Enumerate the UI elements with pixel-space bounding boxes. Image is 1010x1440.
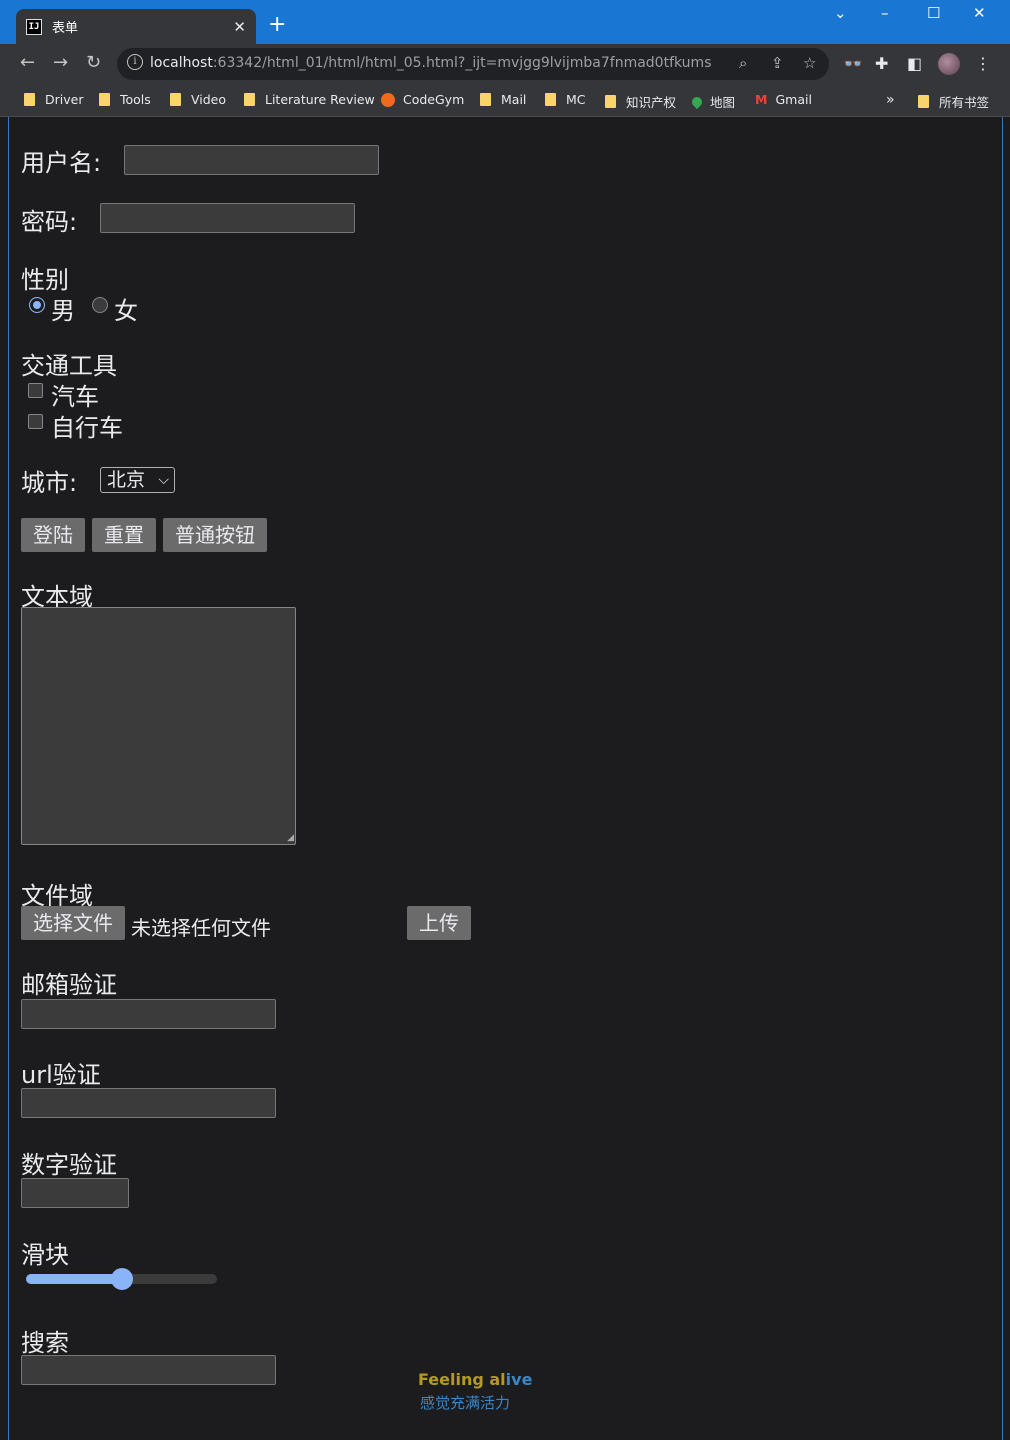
- bookmark-all[interactable]: 所有书签: [918, 92, 989, 111]
- minimize-icon[interactable]: –: [881, 4, 889, 22]
- new-tab-icon[interactable]: +: [268, 12, 286, 38]
- folder-icon: [480, 93, 491, 106]
- close-window-icon[interactable]: ✕: [973, 4, 986, 22]
- more-bookmarks-icon[interactable]: »: [886, 92, 895, 108]
- upload-button[interactable]: 上传: [407, 906, 471, 940]
- resize-handle-icon[interactable]: ◢: [287, 834, 294, 843]
- slider-fill: [26, 1274, 122, 1284]
- file-status-text: 未选择任何文件: [131, 916, 271, 940]
- back-icon[interactable]: ←: [20, 53, 35, 73]
- gender-female-radio[interactable]: [92, 297, 108, 313]
- browser-titlebar: IJ 表单 ✕ + ⌄ – ☐ ✕: [0, 0, 1010, 44]
- browser-tab[interactable]: IJ 表单 ✕: [16, 9, 256, 44]
- bookmark-mail[interactable]: Mail: [480, 92, 526, 107]
- gender-label: 性别: [21, 266, 69, 294]
- close-tab-icon[interactable]: ✕: [233, 18, 246, 36]
- bookmark-codegym[interactable]: CodeGym: [381, 92, 464, 107]
- forward-icon[interactable]: →: [53, 53, 68, 73]
- bookmark-maps[interactable]: 地图: [689, 92, 735, 111]
- slider-thumb[interactable]: [110, 1268, 133, 1290]
- url-input[interactable]: [21, 1088, 276, 1118]
- vehicle-car-checkbox[interactable]: [28, 383, 43, 398]
- gender-male-radio[interactable]: [29, 297, 45, 313]
- search-label: 搜索: [21, 1329, 69, 1357]
- email-label: 邮箱验证: [21, 971, 117, 999]
- chevron-down-icon: ⌵: [158, 472, 169, 488]
- folder-icon: [244, 93, 255, 106]
- side-panel-icon[interactable]: ◧: [907, 54, 922, 74]
- login-button[interactable]: 登陆: [21, 518, 85, 552]
- extensions-icon[interactable]: ✚: [875, 54, 888, 74]
- choose-file-button[interactable]: 选择文件: [21, 906, 125, 940]
- site-info-icon[interactable]: i: [127, 54, 143, 70]
- folder-icon: [918, 95, 929, 108]
- vehicle-label: 交通工具: [21, 352, 117, 380]
- codegym-icon: [381, 92, 395, 107]
- folder-icon: [170, 93, 181, 106]
- reload-icon[interactable]: ↻: [86, 53, 101, 73]
- number-input[interactable]: [21, 1178, 129, 1208]
- bookmark-video[interactable]: Video: [170, 92, 226, 107]
- username-input[interactable]: [124, 145, 379, 175]
- feeling-alive-subtitle: 感觉充满活力: [420, 1394, 511, 1412]
- gender-male-label: 男: [51, 297, 75, 325]
- map-pin-icon: [689, 94, 705, 109]
- bookmark-mc[interactable]: MC: [545, 92, 586, 107]
- folder-icon: [605, 95, 616, 108]
- slider-label: 滑块: [21, 1241, 69, 1269]
- star-icon[interactable]: ☆: [803, 54, 816, 72]
- city-selected-value: 北京: [107, 469, 146, 491]
- password-input[interactable]: [100, 203, 355, 233]
- intellij-icon: IJ: [26, 18, 42, 35]
- bookmark-literature-review[interactable]: Literature Review: [244, 92, 375, 107]
- city-select[interactable]: 北京 ⌵: [100, 467, 175, 493]
- maximize-icon[interactable]: ☐: [927, 4, 940, 22]
- tab-search-icon[interactable]: ⌄: [834, 4, 847, 22]
- page-content: 用户名: 密码: 性别 男 女 交通工具 汽车 自行车 城市: 北京 ⌵ 登陆 …: [8, 117, 1003, 1440]
- tab-title: 表单: [52, 21, 79, 36]
- gender-female-label: 女: [114, 297, 138, 325]
- browser-toolbar: ← → ↻ i localhost:63342/html_01/html/htm…: [0, 44, 1010, 84]
- username-label: 用户名:: [21, 149, 102, 177]
- search-input[interactable]: [21, 1355, 276, 1385]
- number-label: 数字验证: [21, 1151, 117, 1179]
- gmail-icon: M: [755, 92, 768, 107]
- bookmark-gmail[interactable]: M Gmail: [755, 92, 812, 107]
- bookmark-driver[interactable]: Driver: [24, 92, 83, 107]
- folder-icon: [545, 93, 556, 106]
- url-text: localhost:63342/html_01/html/html_05.htm…: [150, 55, 712, 71]
- zoom-icon[interactable]: ⌕: [739, 54, 747, 72]
- vehicle-bike-label: 自行车: [51, 414, 123, 442]
- extension-glasses-icon[interactable]: 👓: [843, 54, 863, 74]
- address-bar[interactable]: i localhost:63342/html_01/html/html_05.h…: [117, 48, 829, 80]
- reset-button[interactable]: 重置: [92, 518, 156, 552]
- folder-icon: [24, 93, 35, 106]
- bookmark-tools[interactable]: Tools: [99, 92, 151, 107]
- city-label: 城市:: [21, 469, 78, 497]
- avatar[interactable]: [938, 53, 960, 75]
- vehicle-bike-checkbox[interactable]: [28, 414, 43, 429]
- menu-icon[interactable]: ⋮: [975, 54, 991, 74]
- vehicle-car-label: 汽车: [51, 383, 99, 411]
- folder-icon: [99, 93, 110, 106]
- bookmark-ip[interactable]: 知识产权: [605, 92, 676, 111]
- bookmarks-bar: Driver Tools Video Literature Review Cod…: [0, 84, 1010, 117]
- password-label: 密码:: [21, 208, 78, 236]
- email-input[interactable]: [21, 999, 276, 1029]
- url-label: url验证: [21, 1061, 101, 1089]
- share-icon[interactable]: ⇪: [771, 54, 784, 72]
- normal-button[interactable]: 普通按钮: [163, 518, 267, 552]
- textarea[interactable]: ◢: [21, 607, 296, 845]
- feeling-alive-watermark: Feeling alive: [418, 1370, 533, 1389]
